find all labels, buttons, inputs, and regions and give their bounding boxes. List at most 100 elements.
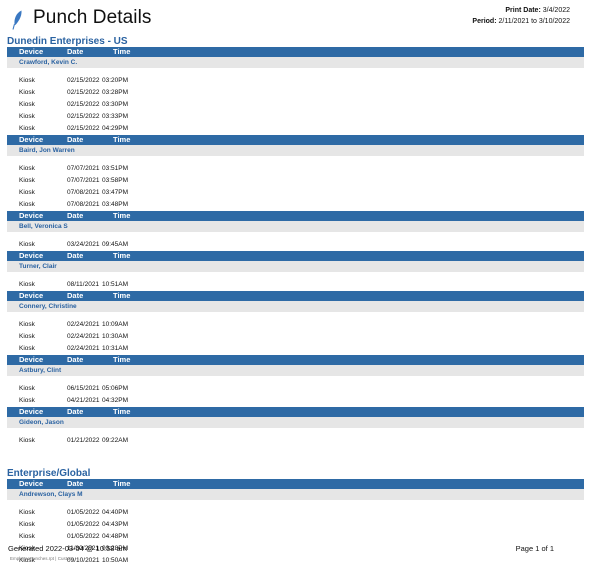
employee-bar: Baird, Jon Warren [7,145,584,156]
row-spacer [7,312,584,319]
print-date-label: Print Date: [505,7,541,14]
period-label: Period: [472,18,497,25]
punch-row: Kiosk 08/11/2021 10:51AM [7,279,584,291]
column-device: Device [19,479,44,488]
column-date: Date [67,355,84,364]
column-device: Device [19,211,44,220]
punch-date: 02/24/2021 [67,333,100,340]
column-date: Date [67,251,84,260]
punch-row: Kiosk 01/05/2022 04:48PM [7,531,584,543]
punch-time: 03:48PM [102,201,129,208]
punch-device: Kiosk [19,281,35,288]
column-date: Date [67,291,84,300]
row-spacer [7,68,584,75]
punch-time: 05:06PM [102,385,129,392]
punch-date: 02/15/2022 [67,125,100,132]
column-device: Device [19,251,44,260]
report-source: EmployeePunches.rpt | Custom [10,556,74,561]
column-device: Device [19,291,44,300]
punch-time: 10:30AM [102,333,129,340]
enterprise-heading: Dunedin Enterprises - US [7,36,128,47]
punch-time: 03:28PM [102,89,129,96]
column-time: Time [113,479,131,488]
column-date: Date [67,479,84,488]
column-time: Time [113,211,131,220]
punch-date: 01/21/2022 [67,437,100,444]
row-spacer [7,156,584,163]
employee-bar: Bell, Veronica S [7,221,584,232]
employee-bar: Andrewson, Clays M [7,489,584,500]
punch-device: Kiosk [19,125,35,132]
punch-device: Kiosk [19,321,35,328]
column-date: Date [67,135,84,144]
punch-date: 02/15/2022 [67,89,100,96]
column-header-bar: Device Date Time [7,251,584,261]
punch-date: 07/08/2021 [67,201,100,208]
employee-name: Andrewson, Clays M [19,491,83,498]
punch-time: 04:43PM [102,521,129,528]
punch-time: 03:51PM [102,165,129,172]
employee-name: Crawford, Kevin C. [19,59,78,66]
column-time: Time [113,135,131,144]
punch-row: Kiosk 02/24/2021 10:30AM [7,331,584,343]
punch-device: Kiosk [19,101,35,108]
punch-date: 04/21/2021 [67,397,100,404]
punch-time: 04:32PM [102,397,129,404]
employee-name: Baird, Jon Warren [19,147,75,154]
punch-device: Kiosk [19,89,35,96]
employee-name: Turner, Clair [19,263,57,270]
print-date-value: 3/4/2022 [542,7,570,14]
row-spacer [7,376,584,383]
page-number: Page 1 of 1 [515,544,554,553]
punch-time: 04:29PM [102,125,129,132]
column-device: Device [19,355,44,364]
punch-device: Kiosk [19,189,35,196]
column-time: Time [113,407,131,416]
punch-device: Kiosk [19,201,35,208]
punch-time: 03:33PM [102,113,129,120]
punch-date: 07/08/2021 [67,189,100,196]
column-header-bar: Device Date Time [7,211,584,221]
punch-device: Kiosk [19,437,35,444]
punch-device: Kiosk [19,77,35,84]
enterprise-heading: Enterprise/Global [7,468,91,479]
print-date: Print Date: 3/4/2022 [505,7,570,14]
punch-row: Kiosk 02/15/2022 03:28PM [7,87,584,99]
punch-time: 04:48PM [102,533,129,540]
punch-time: 04:40PM [102,509,129,516]
column-date: Date [67,47,84,56]
column-date: Date [67,407,84,416]
punch-row: Kiosk 02/15/2022 03:33PM [7,111,584,123]
period: Period: 2/11/2021 to 3/10/2022 [472,18,570,25]
punch-time: 10:09AM [102,321,129,328]
punch-time: 10:50AM [102,557,129,564]
punch-device: Kiosk [19,509,35,516]
employee-name: Astbury, Clint [19,367,62,374]
punch-date: 01/05/2022 [67,509,100,516]
punch-date: 07/07/2021 [67,165,100,172]
column-device: Device [19,407,44,416]
punch-device: Kiosk [19,385,35,392]
punch-device: Kiosk [19,345,35,352]
column-header-bar: Device Date Time [7,291,584,301]
punch-time: 09:22AM [102,437,129,444]
punch-date: 03/24/2021 [67,241,100,248]
punch-time: 03:20PM [102,77,129,84]
punch-time: 10:31AM [102,345,129,352]
punch-time: 03:47PM [102,189,129,196]
punch-row: Kiosk 07/08/2021 03:48PM [7,199,584,211]
punch-time: 03:30PM [102,101,129,108]
punch-row: Kiosk 07/07/2021 03:58PM [7,175,584,187]
column-time: Time [113,47,131,56]
row-spacer [7,232,584,239]
employee-bar: Turner, Clair [7,261,584,272]
punch-row: Kiosk 01/21/2022 09:22AM [7,435,584,447]
period-value: 2/11/2021 to 3/10/2022 [498,18,571,25]
punch-date: 08/11/2021 [67,281,100,288]
punch-device: Kiosk [19,397,35,404]
punch-row: Kiosk 02/24/2021 10:31AM [7,343,584,355]
punch-date: 02/24/2021 [67,321,100,328]
punch-time: 10:51AM [102,281,129,288]
column-header-bar: Device Date Time [7,355,584,365]
punch-row: Kiosk 02/15/2022 03:20PM [7,75,584,87]
